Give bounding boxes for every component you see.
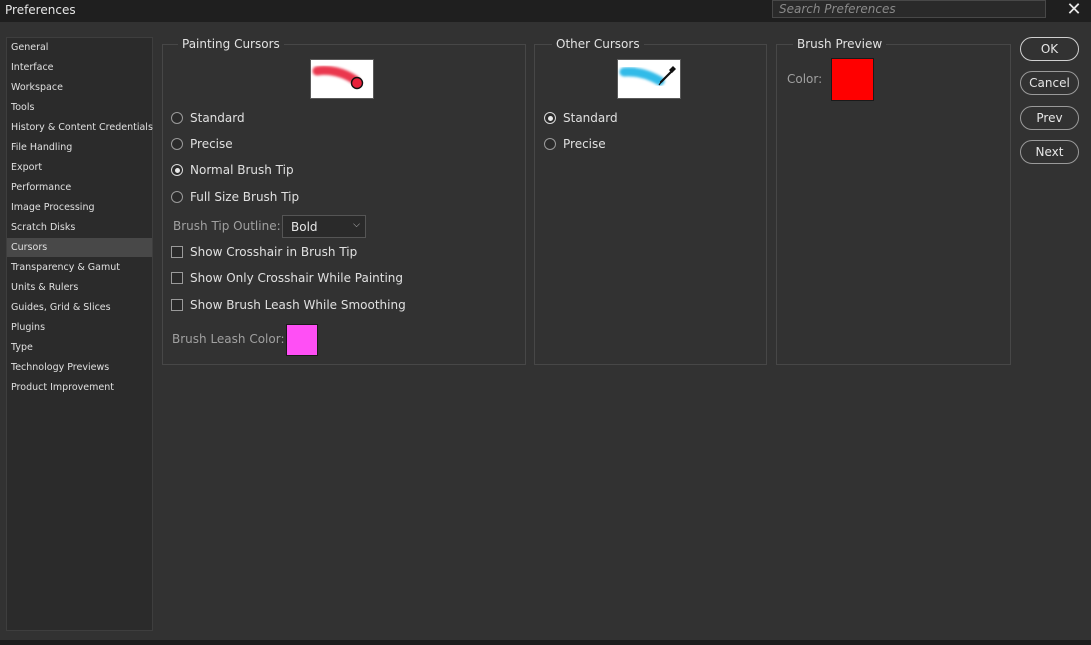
show-crosshair-checkbox[interactable]: Show Crosshair in Brush Tip [171, 245, 357, 259]
sidebar-item-general[interactable]: General [7, 39, 152, 57]
painting-precise-radio[interactable]: Precise [171, 137, 233, 151]
brush-leash-color-label: Brush Leash Color: [172, 332, 285, 346]
sidebar-item-workspace[interactable]: Workspace [7, 79, 152, 97]
search-input[interactable]: Search Preferences [772, 0, 1046, 18]
radio-indicator[interactable] [171, 138, 183, 150]
show-crosshair-label: Show Crosshair in Brush Tip [190, 245, 358, 259]
brush-preview-color-swatch[interactable] [831, 58, 874, 101]
painting-full-size-brush-tip-label: Full Size Brush Tip [190, 190, 300, 204]
other-precise-radio[interactable]: Precise [544, 137, 606, 151]
checkbox-box[interactable] [171, 299, 183, 311]
other-precise-label: Precise [563, 137, 606, 151]
radio-indicator[interactable] [544, 138, 556, 150]
painting-precise-label: Precise [190, 137, 233, 151]
radio-indicator[interactable] [171, 191, 183, 203]
brush-preview-color-label: Color: [787, 72, 823, 86]
show-brush-leash-label: Show Brush Leash While Smoothing [190, 298, 406, 312]
sidebar-item-image-processing[interactable]: Image Processing [7, 199, 152, 217]
sidebar-item-units-rulers[interactable]: Units & Rulers [7, 279, 152, 297]
sidebar-item-scratch-disks[interactable]: Scratch Disks [7, 219, 152, 237]
radio-indicator[interactable] [544, 112, 556, 124]
other-standard-radio[interactable]: Standard [544, 111, 618, 125]
sidebar-item-technology-previews[interactable]: Technology Previews [7, 359, 152, 377]
brush-tip-outline-select[interactable]: Bold ⌵ [282, 215, 366, 238]
sidebar-item-transparency[interactable]: Transparency & Gamut [7, 259, 152, 277]
brush-tip-outline-label: Brush Tip Outline: [173, 219, 281, 233]
title-bar: Preferences Search Preferences ✕ [0, 0, 1091, 22]
sidebar-item-guides[interactable]: Guides, Grid & Slices [7, 299, 152, 317]
painting-standard-radio[interactable]: Standard [171, 111, 245, 125]
brush-preview-title: Brush Preview [793, 37, 887, 51]
other-standard-label: Standard [563, 111, 618, 125]
prev-button[interactable]: Prev [1020, 106, 1079, 130]
sidebar-item-file-handling[interactable]: File Handling [7, 139, 152, 157]
sidebar-item-cursors[interactable]: Cursors [7, 238, 152, 257]
painting-full-size-brush-tip-radio[interactable]: Full Size Brush Tip [171, 190, 299, 204]
radio-indicator[interactable] [171, 164, 183, 176]
sidebar: General Interface Workspace Tools Histor… [6, 37, 153, 631]
checkbox-box[interactable] [171, 246, 183, 258]
show-only-crosshair-checkbox[interactable]: Show Only Crosshair While Painting [171, 271, 403, 285]
window-bottom-edge [0, 640, 1091, 645]
painting-normal-brush-tip-label: Normal Brush Tip [190, 163, 294, 177]
sidebar-item-performance[interactable]: Performance [7, 179, 152, 197]
sidebar-item-interface[interactable]: Interface [7, 59, 152, 77]
other-cursors-title: Other Cursors [552, 37, 644, 51]
sidebar-item-type[interactable]: Type [7, 339, 152, 357]
show-brush-leash-checkbox[interactable]: Show Brush Leash While Smoothing [171, 298, 406, 312]
painting-cursor-preview [310, 59, 374, 99]
close-icon[interactable]: ✕ [1062, 0, 1086, 20]
sidebar-item-export[interactable]: Export [7, 159, 152, 177]
painting-cursors-title: Painting Cursors [178, 37, 284, 51]
painting-normal-brush-tip-radio[interactable]: Normal Brush Tip [171, 163, 294, 177]
sidebar-item-product-improvement[interactable]: Product Improvement [7, 379, 152, 397]
ok-button[interactable]: OK [1020, 37, 1079, 61]
brush-leash-color-swatch[interactable] [286, 324, 318, 356]
cancel-button[interactable]: Cancel [1020, 71, 1079, 95]
brush-preview-panel: Brush Preview [776, 37, 1011, 365]
sidebar-item-tools[interactable]: Tools [7, 99, 152, 117]
sidebar-item-plugins[interactable]: Plugins [7, 319, 152, 337]
show-only-crosshair-label: Show Only Crosshair While Painting [190, 271, 404, 285]
sidebar-item-history[interactable]: History & Content Credentials [7, 119, 153, 137]
radio-indicator[interactable] [171, 112, 183, 124]
other-cursor-preview [617, 59, 681, 99]
painting-standard-label: Standard [190, 111, 245, 125]
chevron-down-icon: ⌵ [353, 220, 360, 230]
checkbox-box[interactable] [171, 272, 183, 284]
window-title: Preferences [5, 3, 76, 17]
brush-tip-outline-value: Bold [291, 220, 318, 234]
next-button[interactable]: Next [1020, 140, 1079, 164]
